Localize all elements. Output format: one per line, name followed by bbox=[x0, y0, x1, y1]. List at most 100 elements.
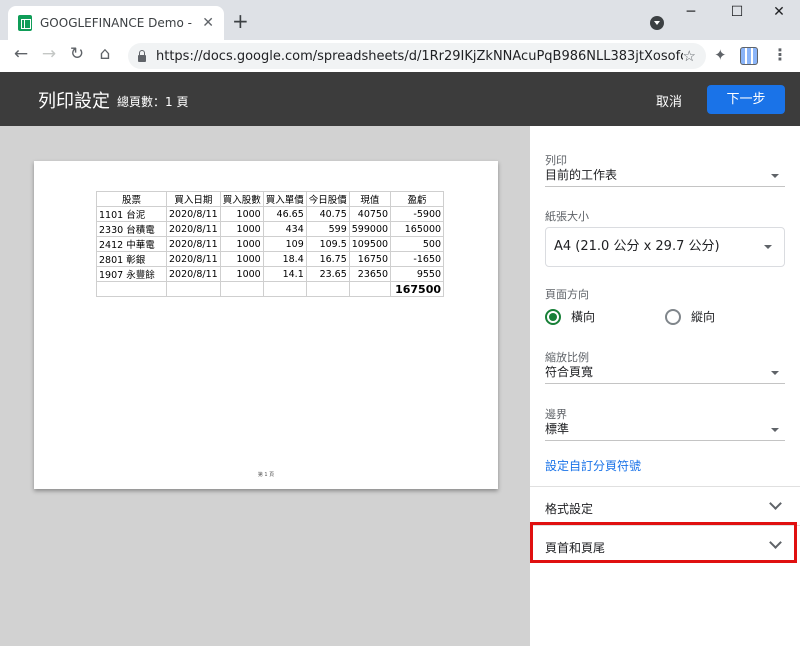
table-cell: 109 bbox=[262, 236, 307, 252]
total-cell: 167500 bbox=[390, 281, 445, 297]
print-settings-header: 列印設定 總頁數：1 頁 取消 下一步 bbox=[0, 72, 800, 126]
new-tab-icon[interactable]: + bbox=[232, 9, 249, 33]
table-cell: 599000 bbox=[348, 221, 392, 237]
table-row: 2412 中華電 2020/8/11 1000 109 109.5 109500… bbox=[96, 236, 445, 252]
table-cell: 9550 bbox=[390, 266, 445, 282]
table-header-row: 股票 買入日期 買入股數 買入單價 今日股價 現值 盈虧 bbox=[96, 191, 445, 207]
close-icon[interactable]: ✕ bbox=[202, 15, 214, 31]
preview-page: 股票 買入日期 買入股數 買入單價 今日股價 現值 盈虧 1101 台泥 202… bbox=[34, 161, 498, 489]
browser-toolbar: ← → ↻ ⌂ https://docs.google.com/spreadsh… bbox=[0, 40, 800, 72]
section-title: 頁首和頁尾 bbox=[545, 541, 606, 555]
table-cell: 1101 台泥 bbox=[96, 206, 167, 222]
dropdown-arrow-icon bbox=[771, 428, 779, 432]
tab-search-icon[interactable] bbox=[650, 16, 664, 30]
page-footer: 第 1 頁 bbox=[257, 472, 275, 478]
table-cell: 1000 bbox=[219, 266, 264, 282]
table-cell: 2020/8/11 bbox=[166, 236, 221, 252]
table-cell: 40.75 bbox=[305, 206, 350, 222]
forward-icon[interactable]: → bbox=[38, 44, 60, 64]
page-count: 總頁數：1 頁 bbox=[117, 95, 189, 109]
next-button[interactable]: 下一步 bbox=[707, 85, 785, 114]
scale-value: 符合頁寬 bbox=[545, 365, 594, 379]
profile-icon[interactable] bbox=[740, 47, 758, 65]
table-cell: 18.4 bbox=[262, 251, 307, 267]
orientation-label: 頁面方向 bbox=[545, 288, 589, 301]
table-cell: 109.5 bbox=[305, 236, 350, 252]
scale-dropdown[interactable]: 符合頁寬 bbox=[545, 362, 785, 384]
more-menu-icon[interactable]: ⋮ bbox=[772, 45, 788, 64]
print-preview-area: 股票 買入日期 買入股數 買入單價 今日股價 現值 盈虧 1101 台泥 202… bbox=[0, 126, 530, 646]
table-cell: 2801 彰銀 bbox=[96, 251, 167, 267]
page-title: 列印設定 bbox=[38, 91, 110, 112]
spreadsheet-preview-table: 股票 買入日期 買入股數 買入單價 今日股價 現值 盈虧 1101 台泥 202… bbox=[96, 191, 445, 297]
table-cell bbox=[262, 281, 307, 297]
table-cell: 1000 bbox=[219, 221, 264, 237]
table-cell bbox=[219, 281, 264, 297]
print-range-dropdown[interactable]: 目前的工作表 bbox=[545, 165, 785, 187]
column-header: 盈虧 bbox=[390, 191, 445, 207]
back-icon[interactable]: ← bbox=[10, 44, 32, 64]
table-cell: -1650 bbox=[390, 251, 445, 267]
sheets-icon bbox=[18, 15, 32, 31]
maximize-icon[interactable]: ☐ bbox=[722, 4, 752, 20]
table-cell: 2020/8/11 bbox=[166, 266, 221, 282]
print-settings-panel: 列印 目前的工作表 紙張大小 A4 (21.0 公分 x 29.7 公分) 頁面… bbox=[530, 126, 800, 646]
table-cell: 599 bbox=[305, 221, 350, 237]
browser-tab[interactable]: GOOGLEFINANCE Demo - Goo ✕ bbox=[8, 6, 224, 40]
table-cell: 500 bbox=[390, 236, 445, 252]
portrait-label: 縱向 bbox=[691, 310, 716, 324]
formatting-section[interactable]: 格式設定 bbox=[530, 486, 800, 528]
table-cell bbox=[166, 281, 221, 297]
reload-icon[interactable]: ↻ bbox=[66, 44, 88, 64]
print-range-value: 目前的工作表 bbox=[545, 168, 618, 182]
table-cell bbox=[348, 281, 392, 297]
table-cell bbox=[305, 281, 350, 297]
radio-selected-icon bbox=[545, 308, 561, 325]
column-header: 買入股數 bbox=[219, 191, 264, 207]
table-cell: 1000 bbox=[219, 236, 264, 252]
table-cell: 16.75 bbox=[305, 251, 350, 267]
table-cell: 1000 bbox=[219, 251, 264, 267]
table-cell bbox=[96, 281, 167, 297]
table-row: 2801 彰銀 2020/8/11 1000 18.4 16.75 16750 … bbox=[96, 251, 445, 267]
table-cell: 2020/8/11 bbox=[166, 221, 221, 237]
column-header: 今日股價 bbox=[305, 191, 350, 207]
table-cell: 2020/8/11 bbox=[166, 251, 221, 267]
table-row: 1907 永豐餘 2020/8/11 1000 14.1 23.65 23650… bbox=[96, 266, 445, 282]
column-header: 股票 bbox=[96, 191, 167, 207]
dropdown-arrow-icon bbox=[764, 245, 772, 249]
extensions-icon[interactable]: ✦ bbox=[714, 46, 727, 64]
margins-dropdown[interactable]: 標準 bbox=[545, 419, 785, 441]
table-cell: 434 bbox=[262, 221, 307, 237]
landscape-radio[interactable]: 橫向 bbox=[545, 308, 595, 325]
address-bar[interactable]: https://docs.google.com/spreadsheets/d/1… bbox=[128, 43, 706, 69]
table-cell: 14.1 bbox=[262, 266, 307, 282]
landscape-label: 橫向 bbox=[571, 310, 596, 324]
table-cell: 1000 bbox=[219, 206, 264, 222]
cancel-button[interactable]: 取消 bbox=[648, 86, 690, 115]
radio-unselected-icon bbox=[665, 308, 681, 325]
column-header: 買入日期 bbox=[166, 191, 221, 207]
paper-size-select[interactable]: A4 (21.0 公分 x 29.7 公分) bbox=[545, 227, 785, 267]
table-cell: 165000 bbox=[390, 221, 445, 237]
home-icon[interactable]: ⌂ bbox=[94, 44, 116, 64]
lock-icon[interactable] bbox=[138, 49, 146, 62]
url-text[interactable]: https://docs.google.com/spreadsheets/d/1… bbox=[156, 49, 683, 64]
custom-page-breaks-link[interactable]: 設定自訂分頁符號 bbox=[545, 457, 641, 474]
browser-tabstrip: GOOGLEFINANCE Demo - Goo ✕ + ─ ☐ ✕ bbox=[0, 0, 800, 40]
portrait-radio[interactable]: 縱向 bbox=[665, 308, 715, 325]
table-row: 2330 台積電 2020/8/11 1000 434 599 599000 1… bbox=[96, 221, 445, 237]
table-row: 1101 台泥 2020/8/11 1000 46.65 40.75 40750… bbox=[96, 206, 445, 222]
table-cell: 2020/8/11 bbox=[166, 206, 221, 222]
paper-size-label: 紙張大小 bbox=[545, 210, 589, 223]
dropdown-arrow-icon bbox=[771, 174, 779, 178]
minimize-icon[interactable]: ─ bbox=[676, 4, 706, 20]
bookmark-star-icon[interactable]: ☆ bbox=[683, 47, 696, 65]
table-cell: 1907 永豐餘 bbox=[96, 266, 167, 282]
section-title: 格式設定 bbox=[545, 502, 594, 516]
table-cell: 40750 bbox=[348, 206, 392, 222]
window-close-icon[interactable]: ✕ bbox=[764, 4, 794, 20]
column-header: 買入單價 bbox=[262, 191, 307, 207]
headers-footers-section[interactable]: 頁首和頁尾 bbox=[530, 525, 800, 567]
chevron-down-icon bbox=[769, 497, 782, 510]
